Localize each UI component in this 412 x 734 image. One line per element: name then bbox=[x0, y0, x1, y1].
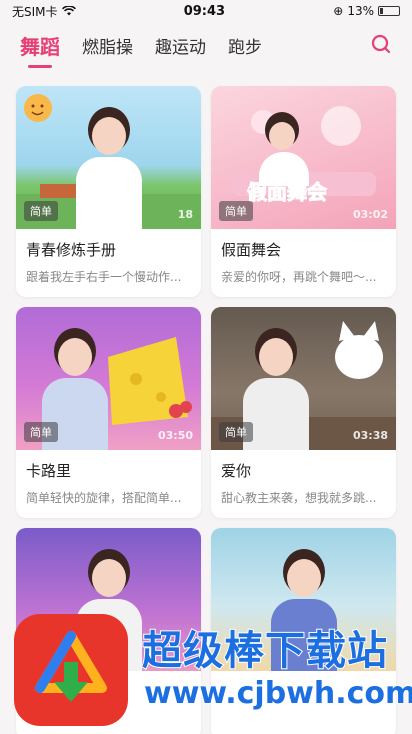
video-card[interactable]: 简单 03:50 卡路里 简单轻快的旋律，搭配简单... bbox=[16, 307, 201, 518]
lock-rotation-icon: ⊕ bbox=[333, 4, 344, 18]
tab-fat-burning[interactable]: 燃脂操 bbox=[82, 33, 133, 58]
card-title: 假面舞会 bbox=[221, 241, 282, 259]
tab-fun-sports[interactable]: 趣运动 bbox=[155, 33, 206, 58]
video-card[interactable]: 简单 03:38 爱你 甜心教主来袭，想我就多跳... bbox=[211, 307, 396, 518]
download-site-logo-icon bbox=[10, 610, 132, 730]
battery-icon bbox=[377, 6, 400, 16]
video-thumbnail: 简单 03:50 bbox=[16, 307, 201, 450]
difficulty-badge: 简单 bbox=[219, 422, 253, 442]
battery-percent: 13% bbox=[347, 4, 374, 18]
card-title: 青春修炼手册 bbox=[26, 241, 117, 259]
card-info: 卡路里 简单轻快的旋律，搭配简单... bbox=[16, 450, 201, 518]
tab-running[interactable]: 跑步 bbox=[228, 33, 262, 58]
watermark-url: www.cjbwh.com bbox=[143, 675, 412, 712]
card-info: 假面舞会 亲爱的你呀，再跳个舞吧～... bbox=[211, 229, 396, 297]
duration-label: 03:50 bbox=[157, 429, 193, 442]
dancer-figure bbox=[64, 111, 154, 229]
difficulty-badge: 简单 bbox=[24, 422, 58, 442]
category-tabs: 舞蹈 燃脂操 趣运动 跑步 bbox=[0, 22, 412, 68]
status-bar: 无SIM卡 09:43 ⊕ 13% bbox=[0, 0, 412, 22]
watermark-title: 超级棒下载站 bbox=[141, 627, 388, 675]
video-card[interactable]: 简单 18 青春修炼手册 跟着我左手右手一个慢动作... bbox=[16, 86, 201, 297]
video-card[interactable]: 假面舞会 简单 03:02 假面舞会 亲爱的你呀，再跳个舞吧～... bbox=[211, 86, 396, 297]
card-title: 卡路里 bbox=[26, 462, 72, 480]
difficulty-badge: 简单 bbox=[219, 201, 253, 221]
video-thumbnail: 简单 18 bbox=[16, 86, 201, 229]
status-left: 无SIM卡 bbox=[12, 3, 76, 20]
art-text: 假面舞会 bbox=[247, 180, 328, 205]
card-desc: 亲爱的你呀，再跳个舞吧～... bbox=[221, 270, 377, 284]
card-info: 爱你 甜心教主来袭，想我就多跳... bbox=[211, 450, 396, 518]
tab-dance[interactable]: 舞蹈 bbox=[20, 31, 60, 68]
video-thumbnail: 简单 03:38 bbox=[211, 307, 396, 450]
status-right: ⊕ 13% bbox=[333, 4, 400, 18]
wifi-icon bbox=[61, 6, 76, 16]
card-desc: 甜心教主来袭，想我就多跳... bbox=[221, 491, 377, 505]
duration-label: 03:02 bbox=[352, 208, 388, 221]
search-icon[interactable] bbox=[370, 33, 392, 55]
difficulty-badge: 简单 bbox=[24, 201, 58, 221]
duration-label: 03:38 bbox=[352, 429, 388, 442]
video-thumbnail: 假面舞会 简单 03:02 bbox=[211, 86, 396, 229]
card-desc: 跟着我左手右手一个慢动作... bbox=[26, 270, 182, 284]
status-time: 09:43 bbox=[183, 3, 226, 19]
card-info: 青春修炼手册 跟着我左手右手一个慢动作... bbox=[16, 229, 201, 297]
card-desc: 简单轻快的旋律，搭配简单... bbox=[26, 491, 182, 505]
carrier-label: 无SIM卡 bbox=[12, 4, 58, 19]
card-title: 爱你 bbox=[221, 462, 252, 480]
duration-label: 18 bbox=[177, 208, 193, 221]
